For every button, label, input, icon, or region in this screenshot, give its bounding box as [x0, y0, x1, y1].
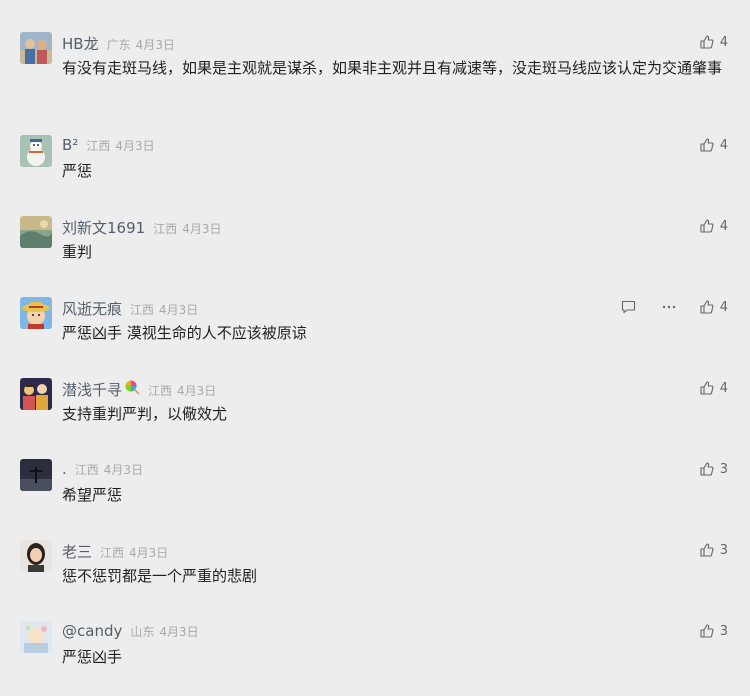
avatar-pastel-illustration-icon — [20, 621, 52, 653]
avatar[interactable] — [20, 540, 52, 572]
comment-text: 严惩凶手 漠视生命的人不应该被原谅 — [62, 324, 307, 342]
comment-date: 4月3日 — [135, 38, 175, 52]
comment-date: 4月3日 — [129, 546, 169, 560]
user-name[interactable]: . — [62, 460, 67, 478]
user-name[interactable]: @candy — [62, 622, 122, 640]
comment-text: 希望严惩 — [62, 486, 123, 504]
user-name[interactable]: 风逝无痕 — [62, 298, 122, 319]
comment-date: 4月3日 — [159, 303, 199, 317]
comment-text: 严惩 — [62, 162, 93, 180]
avatar[interactable] — [20, 32, 52, 64]
user-location: 江西 — [130, 303, 155, 317]
avatar[interactable] — [20, 297, 52, 329]
user-location: 江西 — [74, 463, 99, 477]
like-count: 4 — [719, 299, 728, 315]
avatar-silhouette-dusk-icon — [20, 459, 52, 491]
more-dots-icon[interactable] — [662, 305, 676, 309]
comment-text: 有没有走斑马线，如果是主观就是谋杀，如果非主观并且有减速等，没走斑马线应该认定为… — [62, 59, 723, 77]
user-name[interactable]: 潜浅千寻 — [62, 379, 122, 400]
thumbs-up-icon[interactable] — [700, 462, 714, 476]
user-name[interactable]: HB龙 — [62, 33, 99, 54]
avatar[interactable] — [20, 459, 52, 491]
user-location: 江西 — [86, 139, 111, 153]
like-count: 4 — [719, 34, 728, 50]
avatar[interactable] — [20, 216, 52, 248]
user-location: 山东 — [130, 625, 155, 639]
like-count: 3 — [719, 623, 728, 639]
comment-text: 严惩凶手 — [62, 648, 123, 666]
avatar-anime-group-icon — [20, 378, 52, 410]
avatar-photo-group-icon — [20, 32, 52, 64]
comment-date: 4月3日 — [115, 139, 155, 153]
comment-bubble-icon[interactable] — [621, 300, 636, 314]
avatar-portrait-girl-icon — [20, 540, 52, 572]
user-location: 江西 — [100, 546, 125, 560]
comment-date: 4月3日 — [177, 384, 217, 398]
like-count: 4 — [719, 218, 728, 234]
thumbs-up-icon[interactable] — [700, 300, 714, 314]
comment-date: 4月3日 — [159, 625, 199, 639]
comment-date: 4月3日 — [182, 222, 222, 236]
thumbs-up-icon[interactable] — [700, 624, 714, 638]
avatar[interactable] — [20, 378, 52, 410]
avatar-snowman-icon — [20, 135, 52, 167]
comment-text: 惩不惩罚都是一个严重的悲剧 — [62, 567, 258, 585]
lollipop-emoji-icon — [124, 379, 140, 395]
comment-text: 重判 — [62, 243, 93, 261]
avatar[interactable] — [20, 135, 52, 167]
like-count: 4 — [719, 380, 728, 396]
like-count: 4 — [719, 137, 728, 153]
avatar-cartoon-straw-hat-icon — [20, 297, 52, 329]
thumbs-up-icon[interactable] — [700, 35, 714, 49]
thumbs-up-icon[interactable] — [700, 219, 714, 233]
user-name[interactable]: 刘新文1691 — [62, 217, 145, 238]
thumbs-up-icon[interactable] — [700, 381, 714, 395]
comment-list: HB龙 广东 4月3日 4 有没有走斑马线，如果是主观就是谋杀，如果非主观并且有… — [0, 0, 750, 696]
avatar[interactable] — [20, 621, 52, 653]
user-name[interactable]: B² — [62, 136, 78, 154]
thumbs-up-icon[interactable] — [700, 543, 714, 557]
avatar-painting-icon — [20, 216, 52, 248]
comment-text: 支持重判严判，以儆效尤 — [62, 405, 228, 423]
user-location: 江西 — [148, 384, 173, 398]
user-location: 江西 — [153, 222, 178, 236]
like-count: 3 — [719, 461, 728, 477]
thumbs-up-icon[interactable] — [700, 138, 714, 152]
like-count: 3 — [719, 542, 728, 558]
comment-date: 4月3日 — [103, 463, 144, 477]
user-location: 广东 — [106, 38, 131, 52]
user-name[interactable]: 老三 — [62, 541, 92, 562]
